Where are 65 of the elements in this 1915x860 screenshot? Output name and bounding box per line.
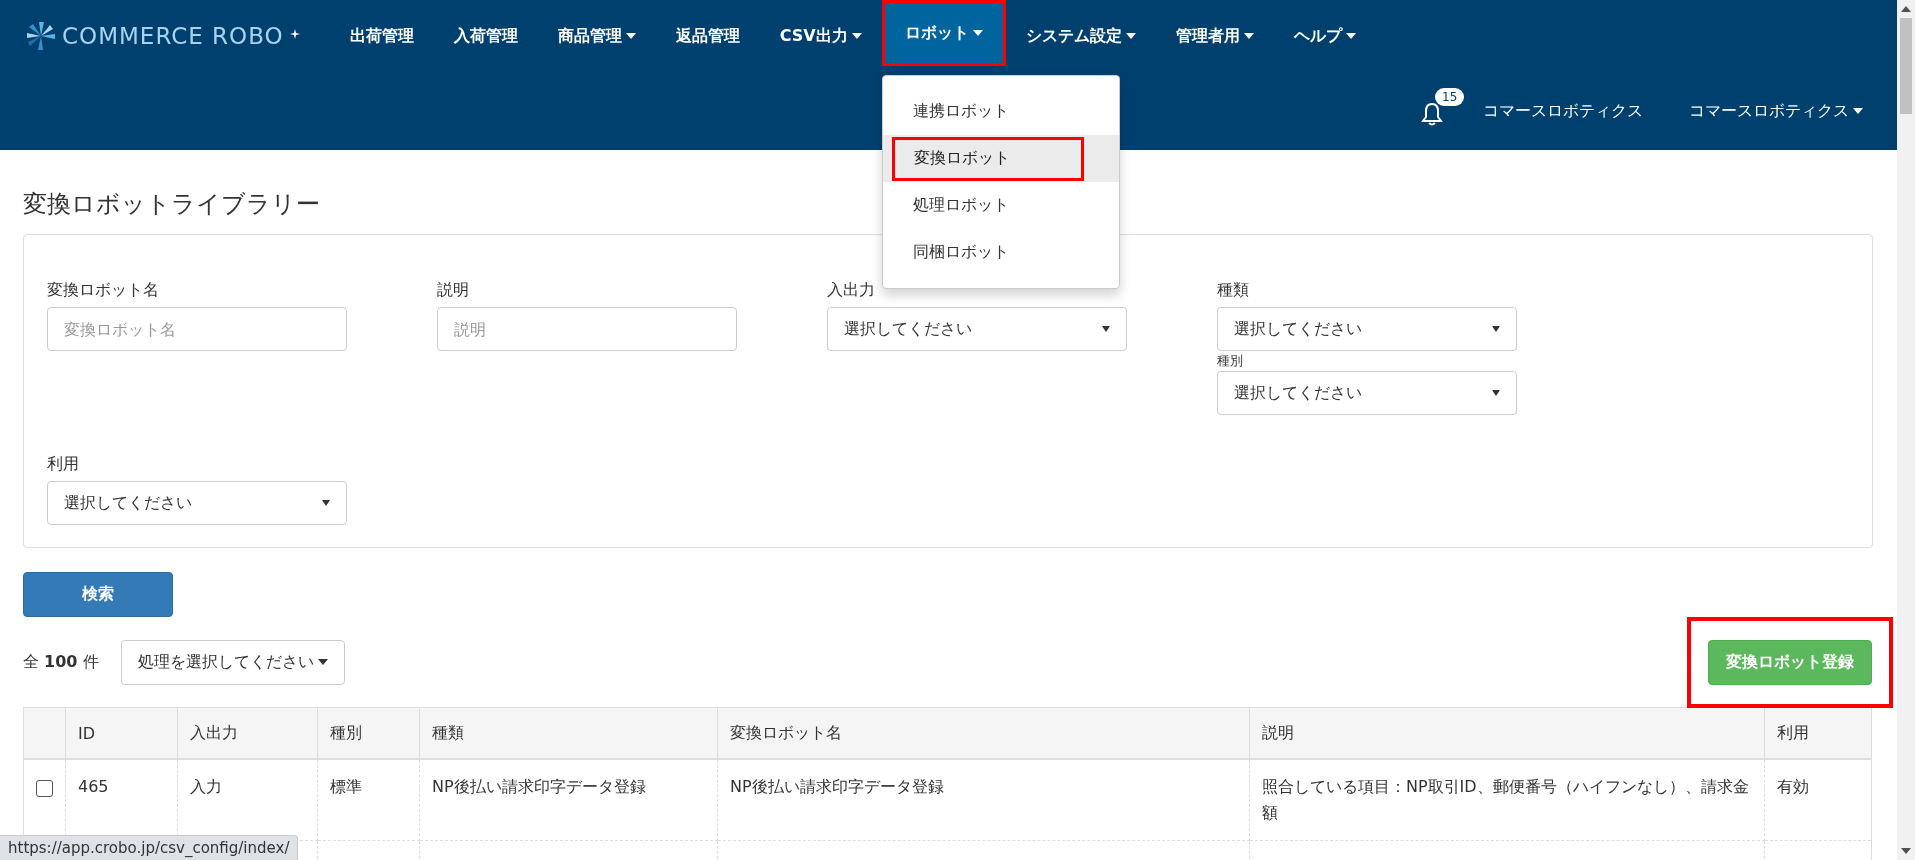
dropdown-item[interactable]: 連携ロボット: [882, 88, 1119, 135]
search-button[interactable]: 検索: [23, 572, 173, 617]
nav-menu-item[interactable]: 返品管理: [655, 0, 760, 72]
nav-menu-item[interactable]: システム設定: [1005, 0, 1156, 72]
scrollbar[interactable]: [1897, 0, 1915, 860]
user-menu[interactable]: コマースロボティクス: [1683, 99, 1869, 123]
sparkle-icon: [289, 29, 300, 39]
input-field[interactable]: 変換ロボット名: [47, 307, 347, 351]
column-header: 種別: [317, 707, 420, 759]
scroll-down-icon: [1901, 848, 1911, 854]
row-checkbox[interactable]: [36, 780, 53, 797]
table-cell: 標準: [317, 759, 420, 841]
caret-icon: [317, 659, 328, 665]
select-field[interactable]: 選択してください: [1217, 307, 1517, 351]
scroll-up-icon: [1901, 6, 1911, 12]
caret-icon: [1492, 390, 1500, 396]
nav-menu-item[interactable]: ヘルプ: [1273, 0, 1376, 72]
column-header: 説明: [1249, 707, 1765, 759]
notification-badge: 15: [1435, 88, 1465, 106]
nav-menu-item[interactable]: ロボット: [884, 3, 1003, 63]
caret-icon: [1345, 33, 1356, 39]
nav-menu-item[interactable]: 入荷管理: [433, 0, 538, 72]
field-label: 変換ロボット名: [47, 279, 160, 301]
select-field[interactable]: 選択してください: [827, 307, 1127, 351]
table-cell: NP後払い請求印字データ登録: [419, 759, 718, 841]
field-label: 種別: [1217, 353, 1244, 369]
column-header: ID: [65, 707, 178, 759]
column-header: 入出力: [177, 707, 318, 759]
logo-text: COMMERCE ROBO: [62, 23, 284, 49]
select-field[interactable]: 選択してください: [1217, 371, 1517, 415]
table-cell: 有効: [1764, 759, 1872, 841]
bulk-action-dropdown[interactable]: 処理を選択してください: [120, 639, 345, 685]
field-label: 種類: [1217, 279, 1250, 301]
caret-icon: [625, 33, 636, 39]
company-name: コマースロボティクス: [1483, 100, 1643, 122]
caret-icon: [1243, 33, 1254, 39]
dropdown-item[interactable]: 同梱ロボット: [882, 229, 1119, 276]
caret-icon: [1102, 326, 1110, 332]
select-field[interactable]: 選択してください: [47, 481, 347, 525]
table-cell: NP後払い請求印字データ登録: [717, 759, 1250, 841]
nav-menu-item[interactable]: 商品管理: [537, 0, 656, 72]
nav-menu-item[interactable]: 出荷管理: [329, 0, 434, 72]
caret-icon: [1492, 326, 1500, 332]
field-label: 利用: [47, 453, 80, 475]
nav-menu-item[interactable]: CSV出力: [759, 0, 882, 72]
dropdown-item[interactable]: 処理ロボット: [882, 182, 1119, 229]
nav-menu-item[interactable]: 管理者用: [1155, 0, 1274, 72]
column-header: 変換ロボット名: [717, 707, 1250, 759]
result-count: 全 100 件: [23, 651, 99, 673]
status-url: https://app.crobo.jp/csv_config/index/: [0, 835, 299, 860]
column-header: 種類: [419, 707, 718, 759]
table-cell: 照合している項目：NP取引ID、郵便番号（ハイフンなし）、請求金額: [1249, 759, 1765, 841]
input-field[interactable]: 説明: [437, 307, 737, 351]
field-label: 入出力: [827, 279, 876, 301]
field-label: 説明: [437, 279, 470, 301]
caret-icon: [851, 33, 862, 39]
scroll-thumb[interactable]: [1900, 18, 1912, 114]
logo-icon: [26, 21, 56, 51]
page-title: 変換ロボットライブラリー: [23, 189, 320, 220]
column-header: 利用: [1764, 707, 1872, 759]
caret-icon: [1125, 33, 1136, 39]
bell-icon: [1421, 102, 1443, 126]
caret-icon: [972, 30, 983, 36]
caret-icon: [1853, 108, 1863, 114]
caret-icon: [322, 500, 330, 506]
